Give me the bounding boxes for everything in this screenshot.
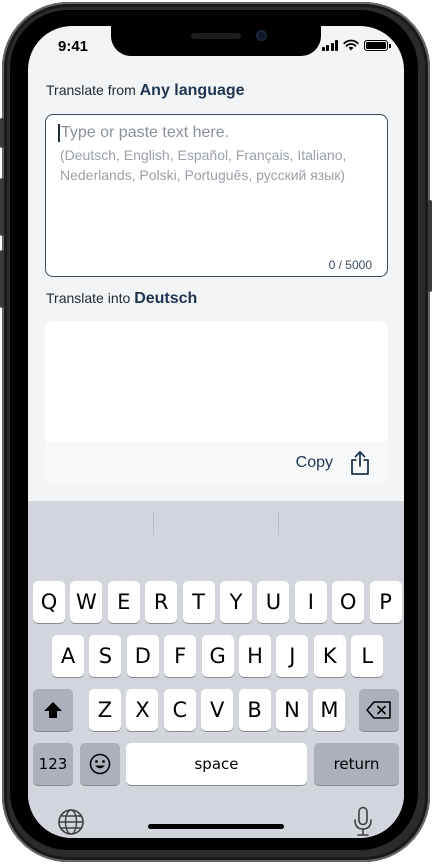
volume-down-button [0,250,4,308]
target-language-label: Translate into Deutsch [46,290,197,308]
key-e[interactable]: E [107,581,140,623]
key-o[interactable]: O [332,581,365,623]
key-w[interactable]: W [70,581,103,623]
target-language-selector[interactable]: Deutsch [134,290,197,307]
backspace-icon [366,701,391,719]
key-q[interactable]: Q [33,581,65,623]
backspace-key[interactable] [359,689,399,731]
output-toolbar: Copy [45,441,388,485]
emoji-key[interactable] [80,743,120,785]
key-i[interactable]: I [294,581,327,623]
status-icons [321,39,391,51]
shift-icon [44,702,62,718]
translation-output: Copy [45,321,388,485]
home-indicator [148,824,284,829]
input-placeholder: Type or paste text here. [61,124,230,141]
key-k[interactable]: K [313,635,346,677]
keyboard: QWERTYUIOP ASDFGHJKL ZXCVBNM 123 space r… [28,501,404,838]
return-key[interactable]: return [314,743,399,785]
key-z[interactable]: Z [89,689,121,731]
key-l[interactable]: L [351,635,384,677]
copy-button[interactable]: Copy [296,454,333,472]
numbers-key[interactable]: 123 [33,743,73,785]
status-time: 9:41 [58,38,89,55]
source-label-prefix: Translate from [46,82,136,98]
key-n[interactable]: N [276,689,308,731]
screen: 9:41 Translate from Any language Type or… [28,26,404,838]
suggestion-divider [153,511,154,535]
source-text-input[interactable]: Type or paste text here. (Deutsch, Engli… [45,114,388,277]
power-button [428,200,432,292]
supported-languages-hint: (Deutsch, English, Español, Français, It… [60,147,347,183]
key-b[interactable]: B [238,689,271,731]
text-cursor [58,124,60,142]
key-x[interactable]: X [126,689,159,731]
key-j[interactable]: J [276,635,309,677]
key-d[interactable]: D [126,635,159,677]
key-v[interactable]: V [201,689,234,731]
key-g[interactable]: G [201,635,234,677]
mute-switch [0,118,4,148]
space-key[interactable]: space [126,743,307,785]
shift-key[interactable] [33,689,73,731]
speaker-grille [191,33,241,39]
key-r[interactable]: R [145,581,178,623]
key-s[interactable]: S [89,635,122,677]
key-p[interactable]: P [369,581,402,623]
key-a[interactable]: A [52,635,84,677]
volume-up-button [0,178,4,236]
notch [111,26,321,56]
key-t[interactable]: T [182,581,215,623]
front-camera [256,30,267,41]
wifi-icon [343,39,359,51]
key-h[interactable]: H [239,635,271,677]
key-y[interactable]: Y [220,581,252,623]
cellular-signal-icon [321,39,338,51]
key-u[interactable]: U [257,581,290,623]
emoji-icon [89,753,111,775]
microphone-icon[interactable] [352,806,374,838]
globe-icon[interactable] [57,808,85,836]
share-icon[interactable] [349,450,371,476]
suggestion-divider [278,511,279,535]
key-c[interactable]: C [163,689,196,731]
character-count: 0 / 5000 [328,258,372,272]
key-m[interactable]: M [313,689,346,731]
source-language-label: Translate from Any language [46,82,245,100]
source-language-selector[interactable]: Any language [140,82,245,99]
key-f[interactable]: F [164,635,197,677]
target-label-prefix: Translate into [46,290,131,306]
battery-icon [364,39,391,51]
